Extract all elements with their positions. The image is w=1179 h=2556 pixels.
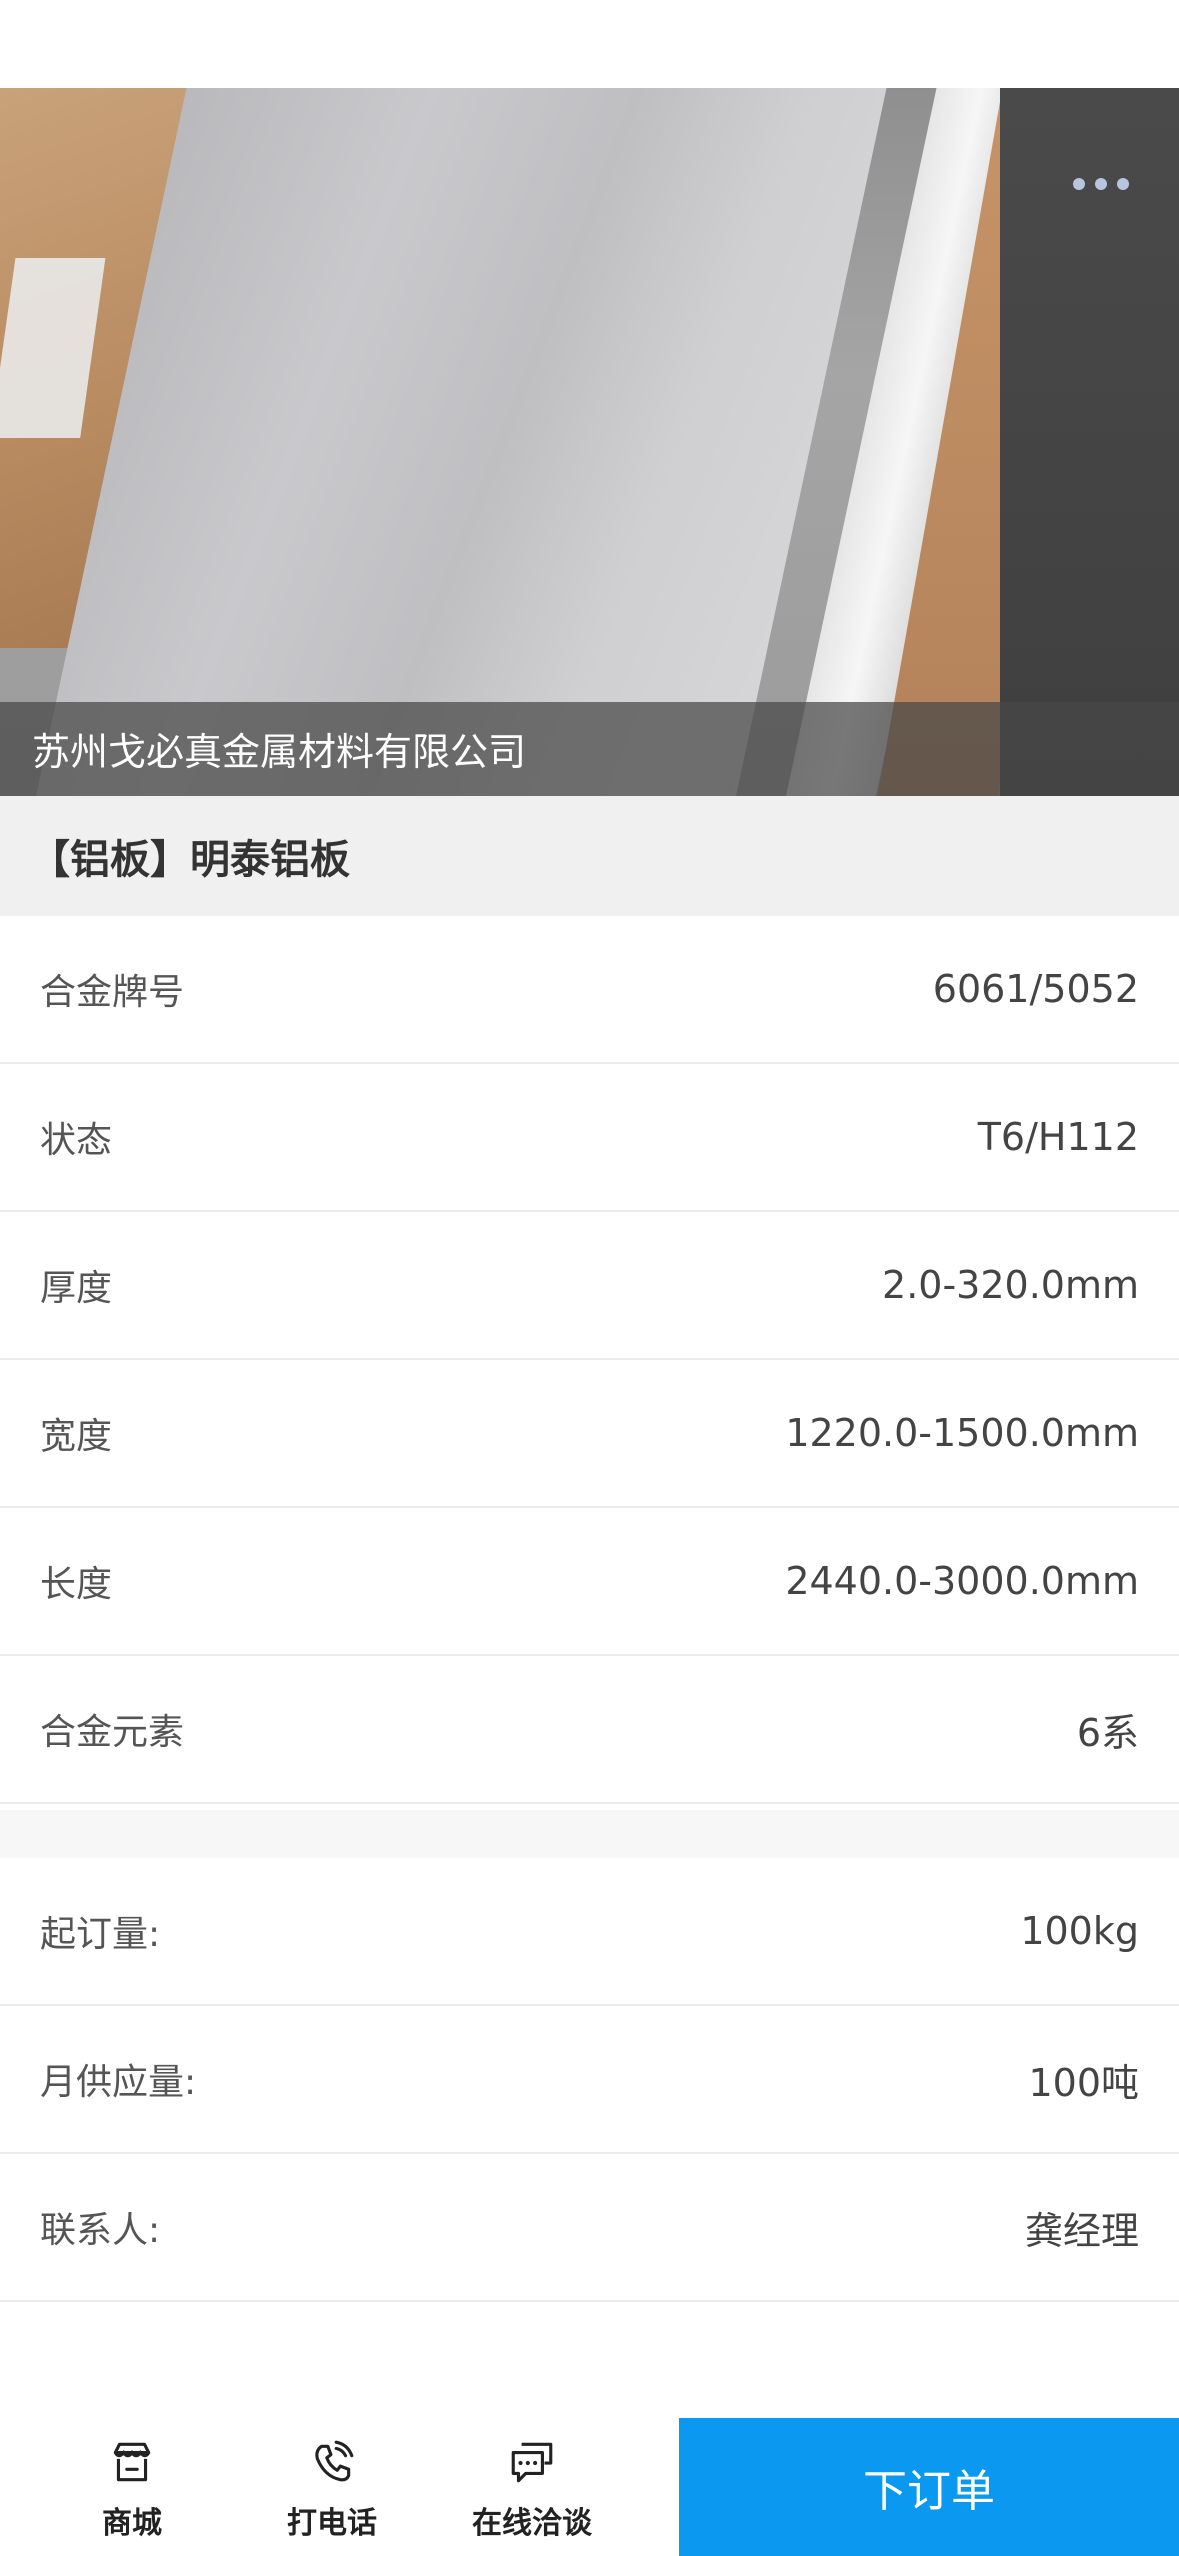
- spec-label: 合金牌号: [40, 972, 185, 1013]
- nav-chat-label: 在线洽谈: [472, 2506, 592, 2541]
- spec-value: 2440.0-3000.0mm: [785, 1559, 1139, 1603]
- order-label: 月供应量:: [40, 2062, 197, 2103]
- spec-row-temper: 状态 T6/H112: [0, 1064, 1179, 1212]
- spec-label: 状态: [40, 1120, 113, 1161]
- spec-value: 1220.0-1500.0mm: [785, 1411, 1139, 1455]
- nav-shop-label: 商城: [102, 2506, 162, 2541]
- nav-call-label: 打电话: [287, 2506, 377, 2541]
- phone-icon: [315, 2440, 354, 2482]
- order-value: 100kg: [1020, 1909, 1139, 1953]
- order-value: 龚经理: [1024, 2208, 1139, 2253]
- order-label: 联系人:: [40, 2210, 161, 2251]
- nav-shop-button[interactable]: 商城: [42, 2438, 222, 2548]
- spec-row-thickness: 厚度 2.0-320.0mm: [0, 1212, 1179, 1360]
- spec-row-length: 长度 2440.0-3000.0mm: [0, 1508, 1179, 1656]
- spec-row-width: 宽度 1220.0-1500.0mm: [0, 1360, 1179, 1508]
- order-label: 起订量:: [40, 1914, 161, 1955]
- product-photo[interactable]: 苏州戈必真金属材料有限公司: [0, 88, 1179, 796]
- spec-label: 厚度: [40, 1268, 113, 1309]
- order-value: 100吨: [1028, 2060, 1139, 2105]
- order-row-monthly-supply: 月供应量: 100吨: [0, 2006, 1179, 2154]
- product-title: 【铝板】明泰铝板: [30, 837, 350, 883]
- bottom-action-bar: 商城 打电话 在线洽谈 下订单: [0, 2418, 1179, 2556]
- order-info-list: 起订量: 100kg 月供应量: 100吨 联系人: 龚经理: [0, 1858, 1179, 2302]
- product-detail-page: 苏州戈必真金属材料有限公司 【铝板】明泰铝板 合金牌号 6061/5052 状态…: [0, 0, 1179, 2556]
- photo-floor: [1000, 88, 1179, 796]
- place-order-button[interactable]: 下订单: [679, 2418, 1179, 2556]
- spec-label: 长度: [40, 1564, 113, 1605]
- photo-sticker: [0, 258, 106, 438]
- nav-call-button[interactable]: 打电话: [242, 2438, 422, 2548]
- spec-row-alloy-series: 合金元素 6系: [0, 1656, 1179, 1804]
- chat-icon: [511, 2442, 553, 2483]
- spec-value: 2.0-320.0mm: [882, 1263, 1139, 1307]
- section-divider: [0, 1810, 1179, 1858]
- spec-value: 6系: [1076, 1710, 1139, 1755]
- order-row-contact: 联系人: 龚经理: [0, 2154, 1179, 2302]
- spec-value: 6061/5052: [932, 967, 1139, 1011]
- spec-label: 宽度: [40, 1416, 113, 1457]
- company-name: 苏州戈必真金属材料有限公司: [32, 730, 527, 774]
- product-title-band: 【铝板】明泰铝板: [0, 796, 1179, 916]
- spec-row-alloy-grade: 合金牌号 6061/5052: [0, 916, 1179, 1064]
- nav-chat-button[interactable]: 在线洽谈: [442, 2438, 622, 2548]
- spec-list: 合金牌号 6061/5052 状态 T6/H112 厚度 2.0-320.0mm…: [0, 916, 1179, 1804]
- spec-label: 合金元素: [40, 1712, 185, 1753]
- spec-value: T6/H112: [977, 1115, 1139, 1159]
- order-row-min-order: 起订量: 100kg: [0, 1858, 1179, 2006]
- store-icon: [113, 2442, 151, 2482]
- status-bar-area: [0, 0, 1179, 88]
- more-dots-icon[interactable]: [1073, 178, 1129, 190]
